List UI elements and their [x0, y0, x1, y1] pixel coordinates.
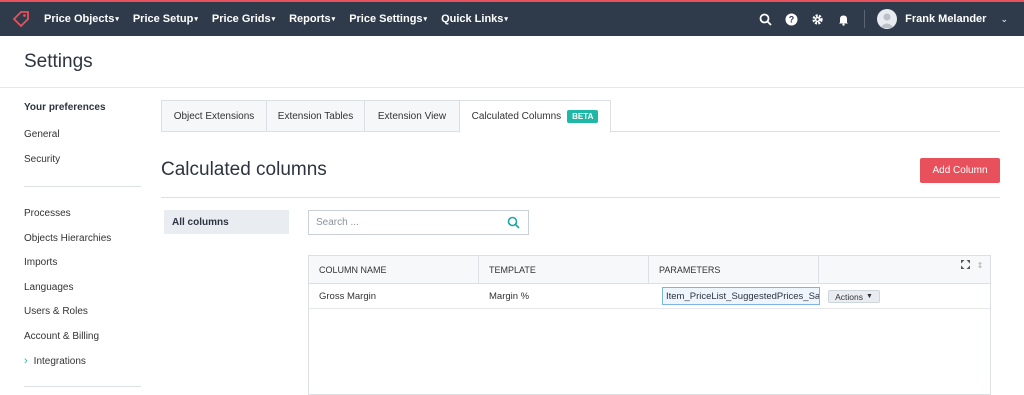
user-name[interactable]: Frank Melander: [905, 13, 986, 25]
tab-extension-tables[interactable]: Extension Tables: [266, 100, 365, 132]
chevron-down-icon: ▾: [423, 16, 428, 23]
scroll-arrows-icon[interactable]: ⇕: [977, 261, 984, 270]
add-column-button[interactable]: Add Column: [920, 158, 1000, 183]
chevron-down-icon: ▾: [504, 16, 508, 23]
sidebar-item-imports[interactable]: Imports: [24, 257, 57, 268]
tag-logo-icon[interactable]: [10, 8, 32, 30]
nav-price-setup[interactable]: Price Setup ▾: [133, 13, 198, 25]
beta-badge: BETA: [567, 110, 599, 123]
tab-extension-view[interactable]: Extension View: [364, 100, 460, 132]
chevron-down-icon: ▾: [194, 16, 198, 23]
caret-down-icon: ▼: [865, 293, 873, 300]
chevron-down-icon: ▾: [331, 16, 336, 23]
nav-quick-links[interactable]: Quick Links ▾: [441, 13, 508, 25]
calculated-columns-table: COLUMN NAME TEMPLATE PARAMETERS ⇕ Gross …: [308, 255, 991, 395]
help-icon[interactable]: ?: [784, 12, 798, 26]
nav-price-grids[interactable]: Price Grids ▾: [212, 13, 275, 25]
column-header-name[interactable]: COLUMN NAME: [309, 256, 479, 284]
search-icon[interactable]: [507, 216, 520, 229]
divider: [0, 87, 1024, 88]
search-icon[interactable]: [758, 12, 772, 26]
cell-template: Margin %: [489, 291, 530, 302]
nav-price-objects[interactable]: Price Objects ▾: [44, 13, 119, 25]
actions-dropdown[interactable]: Actions ▼: [828, 290, 880, 303]
column-header-parameters[interactable]: PARAMETERS: [649, 256, 819, 284]
search-input[interactable]: [309, 211, 499, 234]
actions-label: Actions: [835, 291, 863, 302]
table-header: COLUMN NAME TEMPLATE PARAMETERS ⇕: [309, 256, 990, 284]
page-title: Settings: [24, 51, 93, 72]
column-header-template[interactable]: TEMPLATE: [479, 256, 649, 284]
sidebar-divider: [24, 186, 141, 187]
sidebar-divider: [24, 386, 141, 387]
sidebar-item-users-roles[interactable]: Users & Roles: [24, 306, 88, 317]
sidebar-item-general[interactable]: General: [24, 129, 60, 140]
sidebar-heading: Your preferences: [24, 102, 106, 113]
toolbar-divider: [864, 10, 866, 28]
tab-calculated-columns[interactable]: Calculated Columns BETA: [459, 100, 611, 133]
section-title: Calculated columns: [161, 159, 327, 180]
chevron-down-icon[interactable]: ⌄: [1000, 14, 1008, 25]
cell-parameters[interactable]: Item_PriceList_SuggestedPrices_SalesPric: [662, 287, 820, 305]
tab-object-extensions[interactable]: Object Extensions: [161, 100, 267, 132]
bell-icon[interactable]: [836, 12, 850, 26]
gear-icon[interactable]: [810, 12, 824, 26]
sidebar-item-processes[interactable]: Processes: [24, 208, 71, 219]
chevron-down-icon: ▾: [115, 16, 119, 23]
sidebar-item-account-billing[interactable]: Account & Billing: [24, 331, 99, 342]
svg-text:?: ?: [788, 14, 794, 24]
sidebar-item-integrations[interactable]: › Integrations: [24, 355, 86, 367]
nav-reports[interactable]: Reports ▾: [289, 13, 335, 25]
top-navigation-bar: Price Objects ▾ Price Setup ▾ Price Grids ▾…: [0, 0, 1024, 36]
sidebar-item-objects-hierarchies[interactable]: Objects Hierarchies: [24, 233, 111, 244]
grid-tools: ⇕: [957, 258, 987, 272]
table-row[interactable]: Gross Margin Margin % Item_PriceList_Sug…: [309, 284, 990, 309]
nav-price-settings[interactable]: Price Settings ▾: [349, 13, 427, 25]
filter-all-columns[interactable]: All columns: [164, 210, 289, 234]
avatar[interactable]: [877, 9, 898, 29]
sidebar-item-security[interactable]: Security: [24, 154, 60, 165]
expand-icon[interactable]: [960, 259, 970, 271]
sidebar-item-label: Integrations: [33, 355, 86, 367]
sidebar-item-languages[interactable]: Languages: [24, 282, 74, 293]
cell-column-name: Gross Margin: [319, 291, 377, 302]
chevron-down-icon: ▾: [271, 16, 276, 23]
tab-label: Calculated Columns: [471, 111, 562, 122]
divider: [161, 197, 1000, 198]
search-field: [308, 210, 529, 235]
chevron-right-icon: ›: [24, 355, 28, 367]
